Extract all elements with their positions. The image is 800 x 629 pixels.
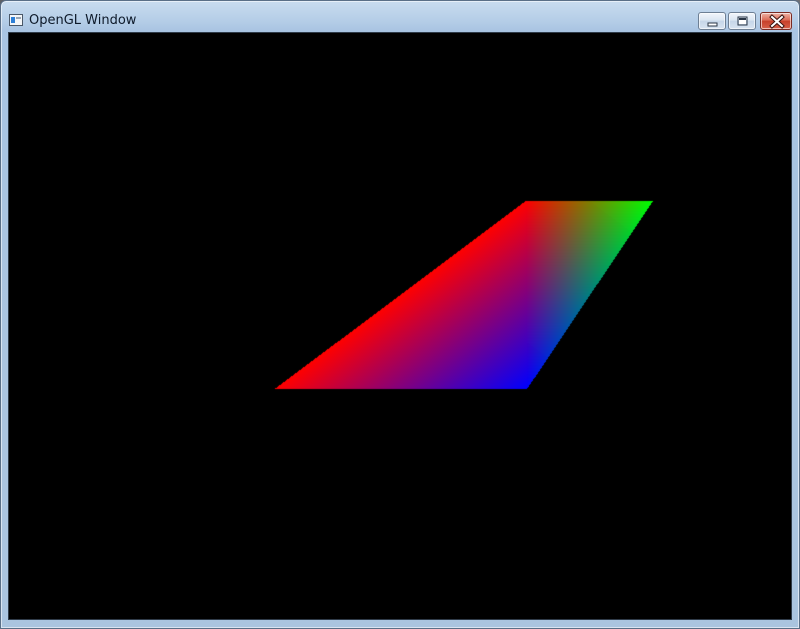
minimize-icon xyxy=(707,22,718,27)
maximize-icon xyxy=(737,16,748,26)
maximize-button[interactable] xyxy=(728,12,756,30)
close-button[interactable] xyxy=(760,12,792,30)
minimize-button[interactable] xyxy=(698,12,726,30)
window-title: OpenGL Window xyxy=(29,13,137,28)
opengl-window[interactable]: OpenGL Window xyxy=(0,0,800,629)
gradient-parallelogram xyxy=(9,33,791,619)
app-icon[interactable] xyxy=(9,11,23,26)
title-bar[interactable]: OpenGL Window xyxy=(1,1,799,31)
opengl-viewport[interactable] xyxy=(8,32,792,620)
close-icon xyxy=(769,14,785,29)
